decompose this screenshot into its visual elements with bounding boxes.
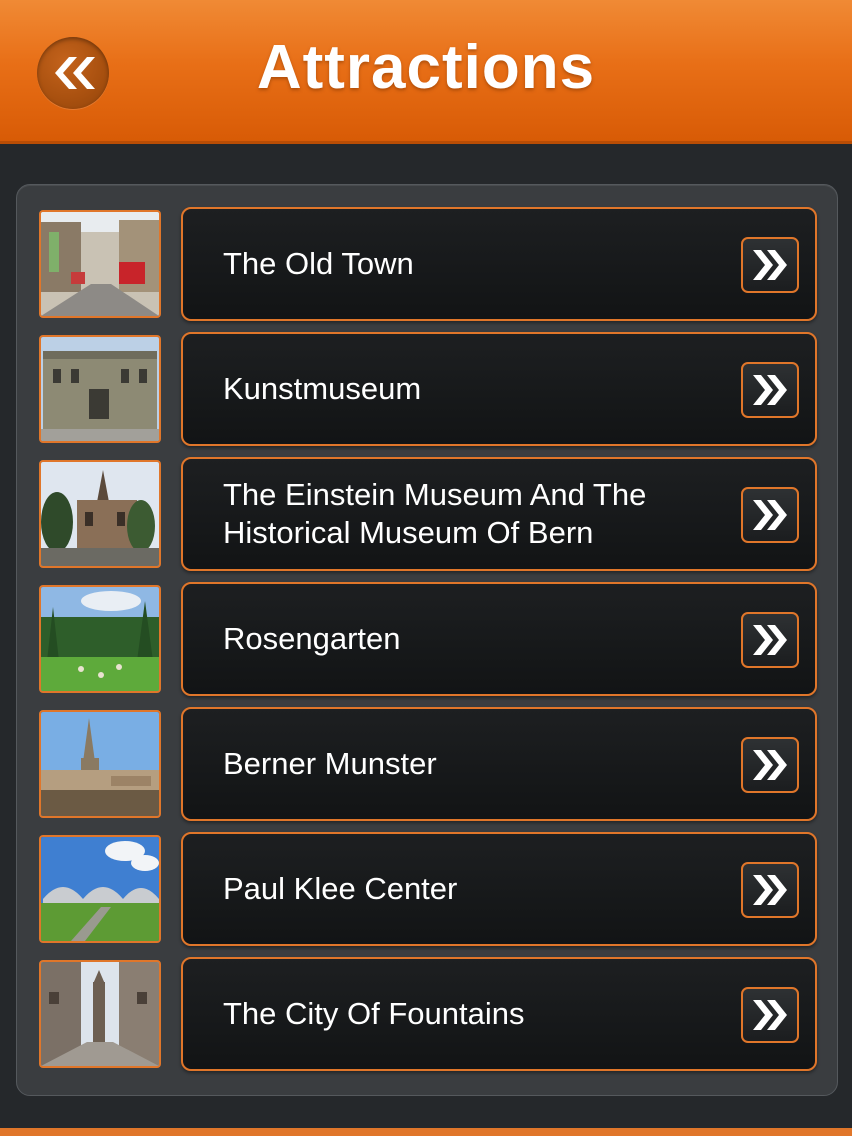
app-header: Attractions (0, 0, 852, 144)
open-attraction-button[interactable] (741, 237, 799, 293)
attraction-label: Paul Klee Center (223, 871, 458, 906)
old-town-street-photo (39, 210, 161, 318)
attraction-button[interactable]: The City Of Fountains (181, 957, 817, 1071)
list-item[interactable]: Berner Munster (39, 707, 819, 821)
attraction-label: The Einstein Museum And The Historical M… (223, 477, 647, 550)
double-chevron-right-icon (753, 625, 787, 655)
berner-munster-cathedral-photo (39, 710, 161, 818)
attractions-list: The Old Town Kunstmuseum The Einstein Mu… (16, 184, 838, 1096)
kunstmuseum-building-photo (39, 335, 161, 443)
open-attraction-button[interactable] (741, 612, 799, 668)
open-attraction-button[interactable] (741, 862, 799, 918)
attraction-button[interactable]: Berner Munster (181, 707, 817, 821)
attraction-label: The Old Town (223, 246, 414, 281)
attraction-button[interactable]: Paul Klee Center (181, 832, 817, 946)
page-title: Attractions (256, 33, 596, 102)
open-attraction-button[interactable] (741, 987, 799, 1043)
paul-klee-center-photo (39, 835, 161, 943)
list-item[interactable]: The City Of Fountains (39, 957, 819, 1071)
list-item[interactable]: Paul Klee Center (39, 832, 819, 946)
attraction-label: Rosengarten (223, 621, 401, 656)
historical-museum-photo (39, 460, 161, 568)
open-attraction-button[interactable] (741, 362, 799, 418)
attraction-button[interactable]: Kunstmuseum (181, 332, 817, 446)
list-item[interactable]: The Old Town (39, 207, 819, 321)
double-chevron-right-icon (753, 500, 787, 530)
double-chevron-right-icon (753, 250, 787, 280)
open-attraction-button[interactable] (741, 737, 799, 793)
attraction-button[interactable]: Rosengarten (181, 582, 817, 696)
list-item[interactable]: Rosengarten (39, 582, 819, 696)
double-chevron-right-icon (753, 750, 787, 780)
attraction-button[interactable]: The Old Town (181, 207, 817, 321)
rose-garden-park-photo (39, 585, 161, 693)
attraction-button[interactable]: The Einstein Museum And The Historical M… (181, 457, 817, 571)
list-item[interactable]: Kunstmuseum (39, 332, 819, 446)
open-attraction-button[interactable] (741, 487, 799, 543)
list-item[interactable]: The Einstein Museum And The Historical M… (39, 457, 819, 571)
attraction-label: Berner Munster (223, 746, 437, 781)
city-fountains-street-photo (39, 960, 161, 1068)
double-chevron-right-icon (753, 875, 787, 905)
double-chevron-right-icon (753, 1000, 787, 1030)
attraction-label: Kunstmuseum (223, 371, 422, 406)
bottom-accent-bar (0, 1128, 852, 1136)
double-chevron-right-icon (753, 375, 787, 405)
attraction-label: The City Of Fountains (223, 996, 525, 1031)
